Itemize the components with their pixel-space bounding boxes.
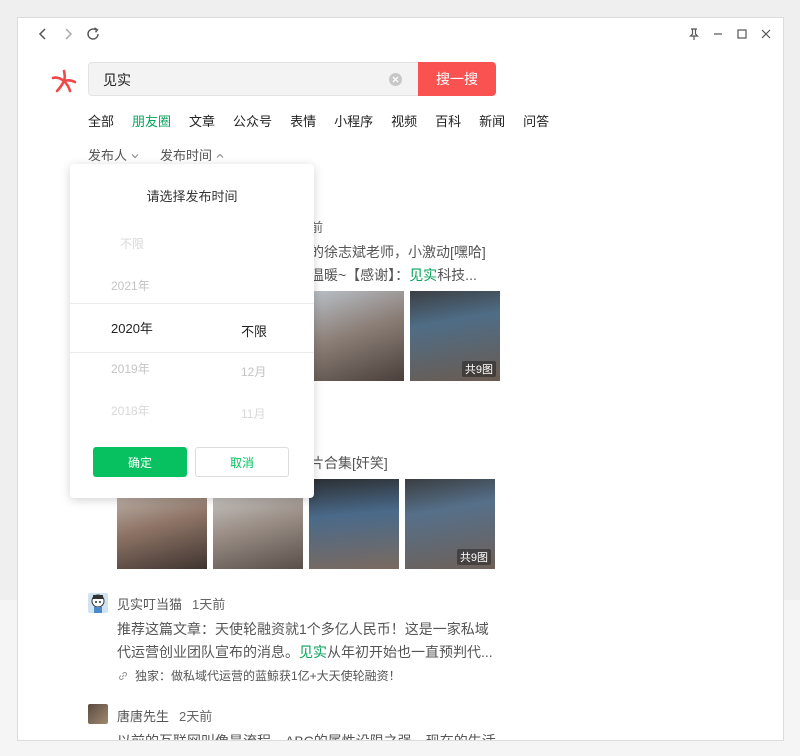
publish-time-picker: 请选择发布时间 不限 2021年 2020年 不限 2019年 12月 2018… (70, 164, 314, 498)
close-icon[interactable] (758, 26, 774, 42)
chevron-down-icon (131, 154, 139, 159)
result-3-snippet-line1[interactable]: 推荐这篇文章：天使轮融资就1个多亿人民币！这是一家私域 (117, 617, 489, 642)
result-4-author[interactable]: 唐唐先生 (117, 709, 169, 724)
result-4-snippet-line1[interactable]: 以前的互联网叫像是流程，ABC的属性设限之强，现在的生活 (117, 729, 496, 740)
filter-bar: 发布人 发布时间 (88, 146, 245, 166)
publish-time-filter-label: 发布时间 (160, 148, 213, 163)
picker-title: 请选择发布时间 (146, 189, 238, 204)
result-2-photo-count: 共9图 (456, 549, 491, 565)
sou-yi-sou-logo-icon (51, 69, 77, 93)
result-1-photo-3[interactable] (314, 291, 404, 381)
back-icon[interactable] (35, 26, 51, 42)
tab-encyclopedia[interactable]: 百科 (435, 112, 461, 132)
publisher-filter[interactable]: 发布人 (88, 146, 140, 166)
tab-news[interactable]: 新闻 (479, 112, 505, 132)
search-window: 搜一搜 全部 朋友圈 文章 公众号 表情 小程序 视频 百科 新闻 问答 发布人… (17, 17, 784, 741)
picker-selection-line-bottom (70, 352, 314, 353)
tab-stickers[interactable]: 表情 (290, 112, 316, 132)
chevron-up-icon (216, 153, 224, 158)
maximize-icon[interactable] (734, 26, 750, 42)
year-option[interactable]: 2021年 (111, 277, 150, 294)
picker-selection-line-top (70, 303, 314, 304)
month-option[interactable]: 12月 (241, 363, 266, 380)
result-1-photos: 共9图 (314, 291, 506, 381)
tab-qa[interactable]: 问答 (523, 112, 549, 132)
minimize-icon[interactable] (710, 26, 726, 42)
result-1-snippet-line2[interactable]: 温暖~【感谢】：见实科技... (310, 263, 477, 288)
result-3-snippet-post: 从年初开始也一直预判代... (327, 644, 493, 660)
result-4-time: 2天前 (179, 709, 213, 724)
result-1-keyword-highlight: 见实 (409, 267, 438, 283)
tab-articles[interactable]: 文章 (189, 112, 215, 132)
result-2-snippet-line1[interactable]: 片合集[奸笑] (310, 451, 388, 476)
tab-all[interactable]: 全部 (88, 112, 114, 132)
month-option[interactable]: 11月 (241, 405, 265, 422)
result-2-photo-4[interactable]: 共9图 (405, 479, 495, 569)
year-option[interactable]: 不限 (120, 235, 144, 252)
result-1-photo-count: 共9图 (461, 361, 496, 377)
clear-search-icon[interactable] (389, 73, 402, 86)
tab-videos[interactable]: 视频 (391, 112, 417, 132)
result-3-article-title: 独家：做私域代运营的蓝鲸获1亿+大天使轮融资！ (135, 669, 401, 683)
search-button[interactable]: 搜一搜 (418, 62, 496, 96)
tab-moments[interactable]: 朋友圈 (132, 112, 171, 132)
result-3-snippet-line2[interactable]: 代运营创业团队宣布的消息。见实从年初开始也一直预判代... (117, 640, 493, 665)
year-option[interactable]: 2019年 (111, 360, 150, 377)
result-3-author[interactable]: 见实叮当猫 (117, 597, 182, 612)
result-3-time: 1天前 (192, 597, 226, 612)
confirm-button[interactable]: 确定 (93, 447, 187, 477)
result-1-snippet-line1[interactable]: 的徐志斌老师，小激动[嘿哈] (310, 240, 486, 265)
publisher-filter-label: 发布人 (88, 148, 128, 163)
cartoon-avatar-icon (91, 594, 105, 613)
refresh-icon[interactable] (85, 26, 101, 42)
result-3-article-link[interactable]: 独家：做私域代运营的蓝鲸获1亿+大天使轮融资！ (117, 667, 401, 684)
category-tabs: 全部 朋友圈 文章 公众号 表情 小程序 视频 百科 新闻 问答 (88, 112, 567, 132)
tab-mini-programs[interactable]: 小程序 (334, 112, 373, 132)
title-bar (18, 18, 783, 52)
tab-official-accounts[interactable]: 公众号 (233, 112, 272, 132)
publish-time-filter[interactable]: 发布时间 (160, 146, 225, 166)
avatar[interactable] (88, 704, 108, 724)
search-input[interactable] (101, 63, 385, 97)
avatar[interactable] (88, 593, 108, 613)
link-icon (119, 671, 127, 680)
pin-icon[interactable] (686, 26, 702, 42)
month-option-selected[interactable]: 不限 (241, 321, 267, 340)
result-1-snippet-pre: 温暖~【感谢】： (310, 267, 410, 283)
result-1-snippet-post: 科技... (437, 267, 477, 283)
result-1-photo-4[interactable]: 共9图 (410, 291, 500, 381)
search-box (88, 62, 418, 97)
result-3-meta: 见实叮当猫 1天前 (117, 594, 225, 613)
year-option-selected[interactable]: 2020年 (111, 318, 153, 337)
year-option[interactable]: 2018年 (111, 402, 150, 419)
cancel-button[interactable]: 取消 (195, 447, 289, 477)
result-4-meta: 唐唐先生 2天前 (117, 706, 212, 725)
result-3-snippet-pre: 代运营创业团队宣布的消息。 (117, 644, 299, 660)
result-3-keyword-highlight: 见实 (299, 644, 327, 660)
result-2-photo-3[interactable] (309, 479, 399, 569)
forward-icon[interactable] (60, 26, 76, 42)
